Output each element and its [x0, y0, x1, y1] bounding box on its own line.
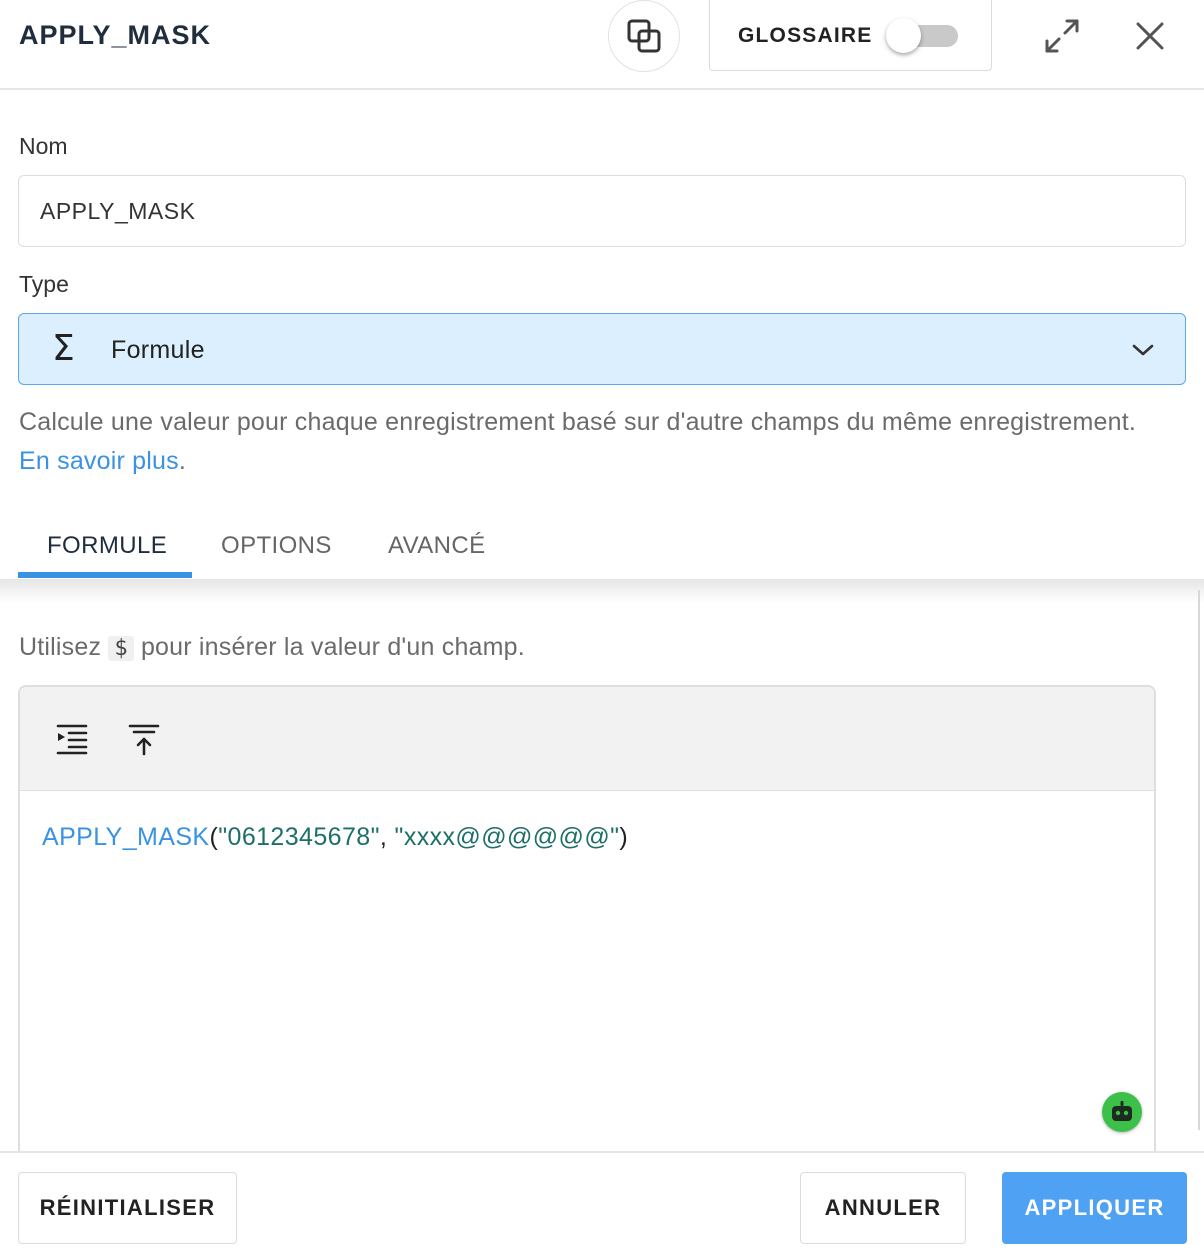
type-description: Calcule une valeur pour chaque enregistr…	[19, 403, 1169, 481]
code-separator: ,	[379, 823, 395, 851]
glossary-toggle-group: GLOSSAIRE	[709, 0, 992, 71]
tab-options[interactable]: OPTIONS	[221, 532, 332, 560]
move-to-top-icon	[128, 724, 160, 756]
sigma-icon: Σ	[52, 328, 75, 369]
reset-button[interactable]: RÉINITIALISER	[18, 1172, 237, 1244]
code-paren-open: (	[209, 823, 219, 851]
code-function: APPLY_MASK	[42, 823, 210, 851]
panel-title: APPLY_MASK	[19, 20, 212, 50]
duplicate-icon	[627, 19, 661, 53]
close-button[interactable]	[1128, 14, 1172, 58]
glossary-label: GLOSSAIRE	[738, 24, 873, 47]
tab-formule[interactable]: FORMULE	[47, 532, 167, 560]
assistant-bot-button[interactable]	[1102, 1092, 1142, 1132]
name-field[interactable]	[18, 175, 1186, 247]
scrollbar[interactable]	[1198, 590, 1200, 1130]
expand-button[interactable]	[1040, 14, 1084, 58]
formula-hint: Utilisez $ pour insérer la valeur d'un c…	[19, 633, 525, 662]
tab-bar: FORMULE OPTIONS AVANCÉ	[18, 518, 1204, 579]
panel-footer: RÉINITIALISER ANNULER APPLIQUER	[0, 1151, 1204, 1254]
close-icon	[1136, 22, 1164, 50]
formula-editor[interactable]: APPLY_MASK("0612345678", "xxxx@@@@@@")	[18, 685, 1156, 1205]
type-label: Type	[19, 271, 69, 297]
hint-text-before: Utilisez	[19, 633, 102, 661]
active-tab-indicator	[18, 572, 192, 578]
code-paren-close: )	[619, 823, 629, 851]
robot-icon	[1112, 1101, 1132, 1121]
chevron-down-icon	[1132, 344, 1154, 356]
tab-divider-shadow	[0, 579, 1204, 603]
learn-more-link[interactable]: En savoir plus	[19, 447, 179, 475]
code-arg-1: "0612345678"	[218, 823, 380, 851]
indent-icon	[56, 724, 88, 755]
description-period: .	[178, 447, 186, 475]
duplicate-button[interactable]	[608, 0, 680, 72]
code-arg-2: "xxxx@@@@@@"	[394, 823, 620, 851]
type-selected-value: Formule	[111, 336, 205, 364]
hint-text-after: pour insérer la valeur d'un champ.	[140, 633, 525, 661]
glossary-switch-knob[interactable]	[886, 18, 921, 53]
tab-avance[interactable]: AVANCÉ	[388, 532, 486, 560]
expand-icon	[1045, 19, 1079, 53]
type-select[interactable]: Σ Formule	[18, 313, 1186, 385]
formula-code[interactable]: APPLY_MASK("0612345678", "xxxx@@@@@@")	[42, 823, 628, 852]
move-to-top-button[interactable]	[124, 719, 164, 759]
editor-toolbar	[20, 687, 1154, 791]
dollar-chip: $	[108, 636, 134, 661]
cancel-button[interactable]: ANNULER	[800, 1172, 966, 1244]
panel-header: APPLY_MASK GLOSSAIRE	[0, 0, 1204, 90]
apply-button[interactable]: APPLIQUER	[1002, 1172, 1187, 1244]
name-label: Nom	[19, 133, 68, 159]
description-text: Calcule une valeur pour chaque enregistr…	[19, 408, 1137, 436]
indent-button[interactable]	[52, 719, 92, 759]
